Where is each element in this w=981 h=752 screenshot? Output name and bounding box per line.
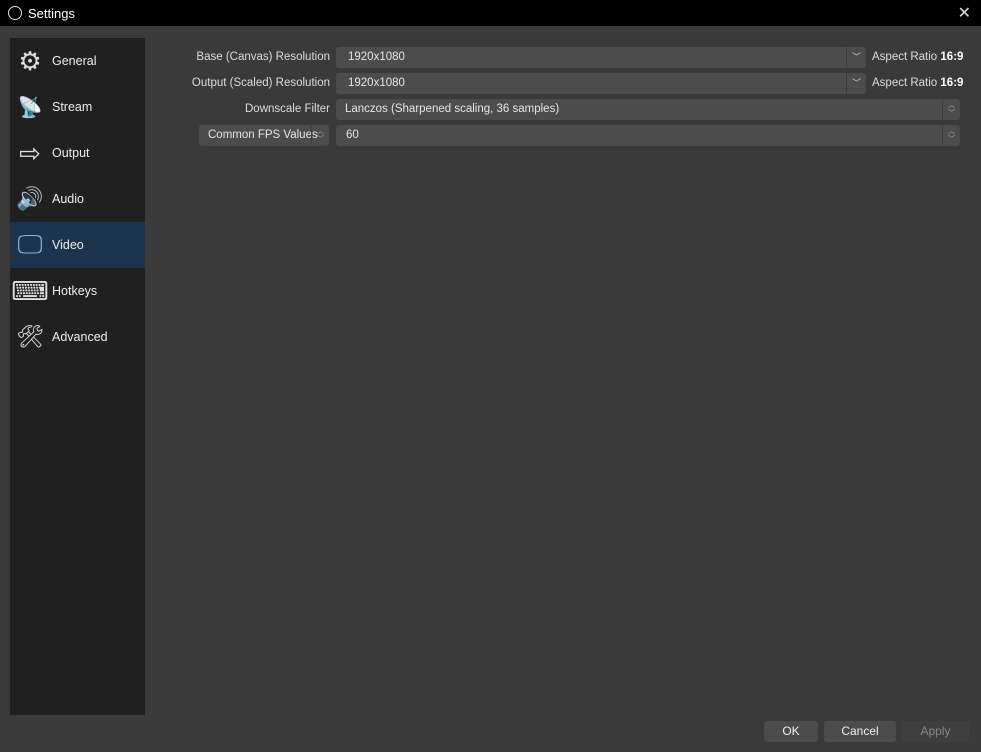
base-resolution-combobox[interactable]: 1920x1080 ﹀ (336, 47, 866, 68)
sidebar-item-label: Stream (52, 100, 93, 114)
up-down-arrows-icon: ︿ ﹀ (942, 126, 960, 145)
sidebar-item-video[interactable]: 🖵 Video (10, 222, 145, 268)
obs-logo-icon (8, 6, 22, 20)
sidebar-item-advanced[interactable]: 🛠 Advanced (10, 314, 145, 360)
keyboard-icon: ⌨ (11, 275, 49, 306)
title-bar: Settings ✕ (0, 0, 981, 26)
apply-button[interactable]: Apply (902, 721, 969, 742)
output-resolution-value: 1920x1080 (348, 77, 405, 89)
cancel-button[interactable]: Cancel (824, 721, 896, 742)
chevron-down-icon[interactable]: ﹀ (846, 73, 866, 94)
downscale-filter-select[interactable]: Lanczos (Sharpened scaling, 36 samples) … (336, 99, 960, 120)
aspect-label: Aspect Ratio (872, 77, 938, 89)
sidebar-item-output[interactable]: ⇨ Output (10, 130, 145, 176)
up-down-arrows-icon: ︿ ﹀ (311, 126, 329, 145)
sidebar-item-label: General (52, 54, 97, 68)
base-aspect-ratio: Aspect Ratio 16:9 (872, 47, 963, 68)
output-resolution-label: Output (Scaled) Resolution (191, 77, 330, 89)
downscale-filter-value: Lanczos (Sharpened scaling, 36 samples) (345, 103, 560, 115)
fps-type-value: Common FPS Values (208, 129, 318, 141)
output-aspect-ratio: Aspect Ratio 16:9 (872, 73, 963, 94)
tools-icon: 🛠 (16, 324, 44, 349)
sidebar-item-label: Audio (52, 192, 84, 206)
aspect-label: Aspect Ratio (872, 51, 938, 63)
sidebar-item-label: Video (52, 238, 84, 252)
sidebar-item-label: Hotkeys (52, 284, 98, 298)
sidebar-item-general[interactable]: ⚙ General (10, 38, 145, 84)
fps-value: 60 (346, 129, 359, 141)
sidebar-item-label: Advanced (52, 330, 108, 344)
monitor-icon: 🖵 (17, 229, 43, 259)
close-icon[interactable]: ✕ (958, 3, 971, 23)
base-resolution-label: Base (Canvas) Resolution (196, 51, 330, 63)
downscale-filter-label: Downscale Filter (245, 103, 330, 115)
output-resolution-combobox[interactable]: 1920x1080 ﹀ (336, 73, 866, 94)
up-down-arrows-icon: ︿ ﹀ (942, 100, 960, 119)
chevron-down-icon[interactable]: ﹀ (846, 47, 866, 68)
fps-value-select[interactable]: 60 ︿ ﹀ (336, 125, 960, 146)
settings-sidebar: ⚙ General 📡 Stream ⇨ Output 🔊 Audio 🖵 Video ⌨… (10, 38, 145, 715)
base-resolution-value: 1920x1080 (348, 51, 405, 63)
aspect-value: 16:9 (940, 77, 964, 89)
aspect-value: 16:9 (940, 51, 964, 63)
sidebar-item-stream[interactable]: 📡 Stream (10, 84, 145, 130)
monitor-arrow-icon: ⇨ (19, 137, 41, 168)
sidebar-item-hotkeys[interactable]: ⌨ Hotkeys (10, 268, 145, 314)
broadcast-tower-icon: 📡 (17, 96, 43, 119)
speaker-icon: 🔊 (16, 186, 44, 211)
sidebar-item-label: Output (52, 146, 90, 160)
gear-icon: ⚙ (18, 45, 42, 76)
ok-button[interactable]: OK (764, 721, 818, 742)
fps-type-select[interactable]: Common FPS Values ︿ ﹀ (199, 125, 329, 146)
sidebar-item-audio[interactable]: 🔊 Audio (10, 176, 145, 222)
window-title: Settings (28, 5, 75, 21)
